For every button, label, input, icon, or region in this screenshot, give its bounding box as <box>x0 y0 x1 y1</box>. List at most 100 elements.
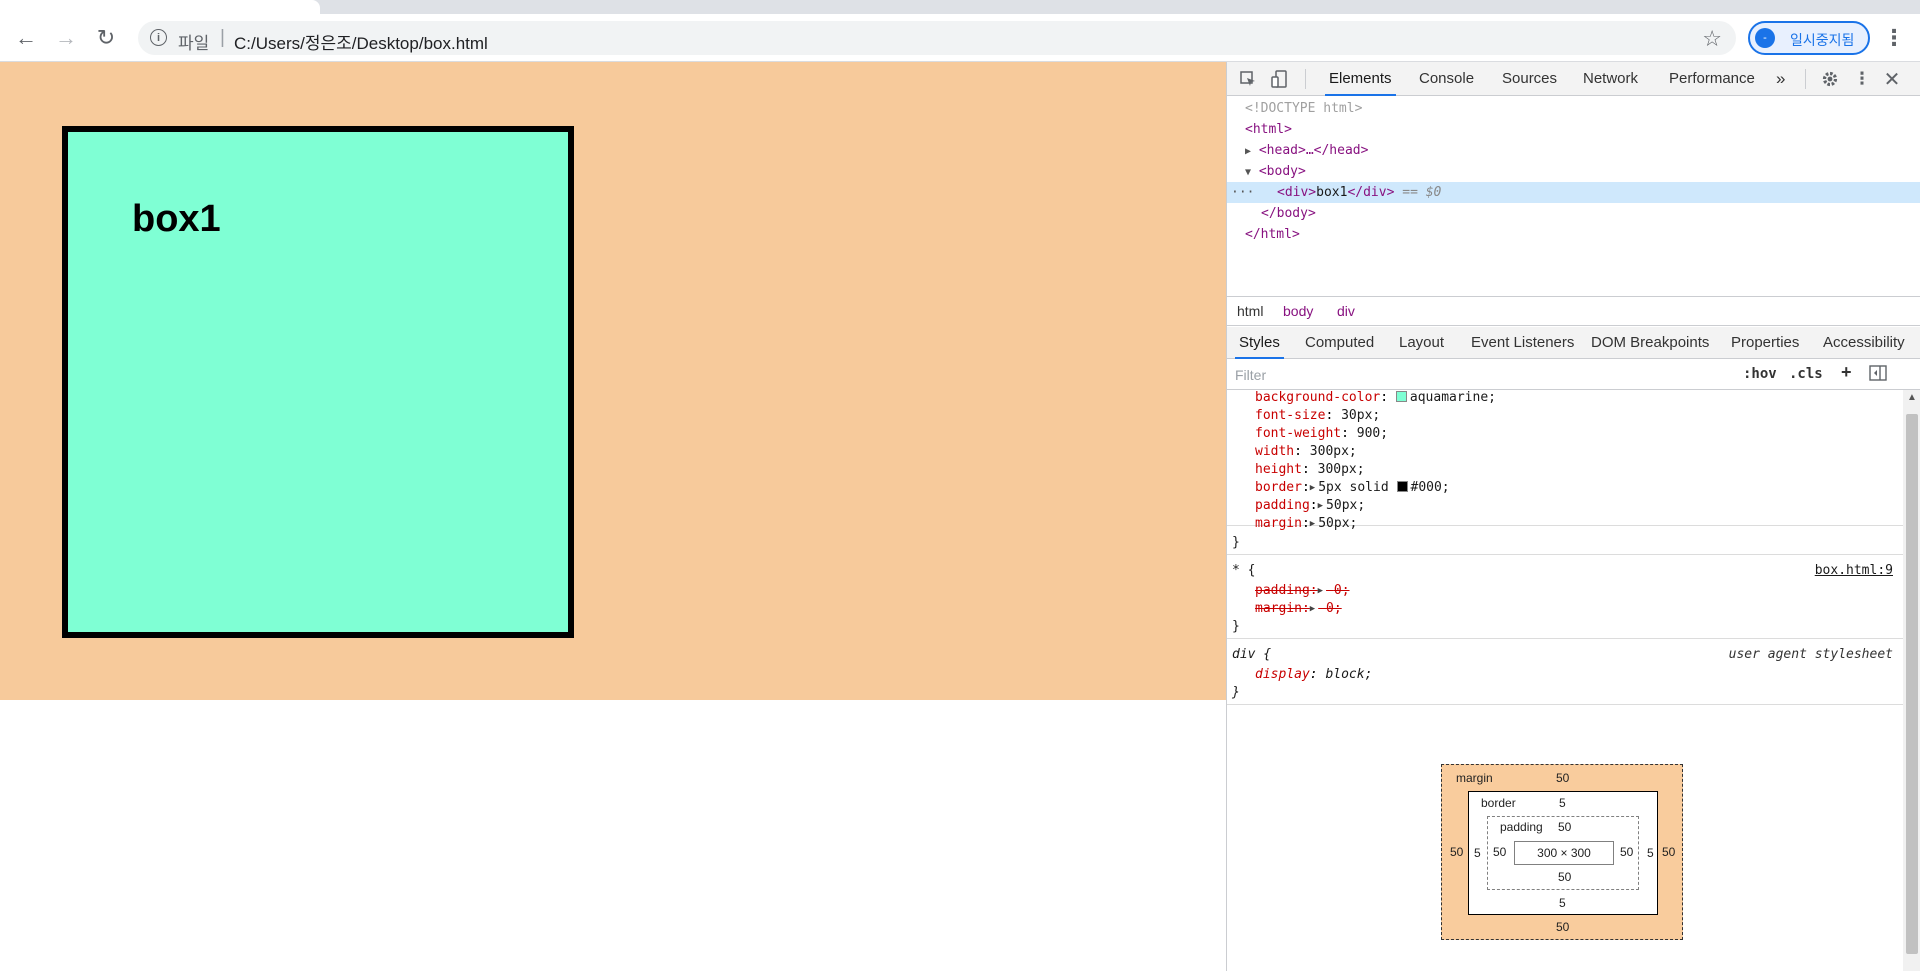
new-rule-plus-icon[interactable]: + <box>1841 362 1852 383</box>
tab-console[interactable]: Console <box>1415 62 1478 96</box>
style-declaration[interactable]: background-color: aquamarine; <box>1255 390 1496 407</box>
color-swatch-icon[interactable] <box>1395 391 1407 402</box>
margin-left-value[interactable]: 50 <box>1450 845 1463 859</box>
reload-icon: ↻ <box>96 25 116 50</box>
devtools-menu-icon[interactable]: ⋮ <box>1851 68 1873 90</box>
forward-button[interactable]: → <box>52 24 80 52</box>
more-tabs-icon[interactable]: » <box>1772 62 1789 96</box>
box-model-margin[interactable]: margin 50 50 50 50 border 5 5 5 5 paddin… <box>1441 764 1683 940</box>
back-button[interactable]: ← <box>12 24 40 52</box>
dom-html-close[interactable]: </html> <box>1245 224 1300 245</box>
style-declaration[interactable]: height: 300px; <box>1255 461 1365 479</box>
address-bar[interactable]: i 파일 | C:/Users/정은조/Desktop/box.html ☆ <box>138 21 1736 55</box>
node-actions-ellipsis[interactable]: ··· <box>1231 182 1254 203</box>
tab-sources[interactable]: Sources <box>1498 62 1561 96</box>
browser-menu-icon[interactable]: ⋮ <box>1880 24 1908 52</box>
style-declaration[interactable]: padding:▶ 50px; <box>1255 497 1365 515</box>
rule-source-user-agent: user agent stylesheet <box>1728 647 1893 662</box>
rule-source-link[interactable]: box.html:9 <box>1815 562 1893 580</box>
expand-arrow-icon[interactable]: ▶ <box>1245 146 1251 157</box>
border-right-value[interactable]: 5 <box>1647 846 1654 860</box>
browser-toolbar: ← → ↻ i 파일 | C:/Users/정은조/Desktop/box.ht… <box>0 14 1920 62</box>
padding-top-value[interactable]: 50 <box>1558 820 1571 834</box>
tab-elements[interactable]: Elements <box>1325 62 1396 96</box>
style-declaration-overridden[interactable]: margin:▶ 0; <box>1255 600 1342 618</box>
margin-bottom-value[interactable]: 50 <box>1556 920 1569 934</box>
rule-selector-universal[interactable]: * { <box>1232 562 1255 580</box>
styles-filter-input[interactable] <box>1235 364 1735 386</box>
breadcrumb-body[interactable]: body <box>1283 303 1313 319</box>
close-icon[interactable]: ✕ <box>1881 68 1903 91</box>
avatar: - <box>1755 28 1775 48</box>
margin-top-value[interactable]: 50 <box>1556 771 1569 785</box>
color-swatch-icon[interactable] <box>1396 481 1408 492</box>
style-declaration[interactable]: width: 300px; <box>1255 443 1357 461</box>
tab-properties[interactable]: Properties <box>1727 327 1803 359</box>
styles-scrollbar[interactable]: ▲ <box>1903 390 1920 971</box>
rule-selector-div[interactable]: div { <box>1232 646 1271 664</box>
device-toggle-icon[interactable] <box>1269 68 1291 90</box>
dom-doctype[interactable]: <!DOCTYPE html> <box>1245 98 1362 119</box>
page-body: box1 <box>0 62 1226 700</box>
style-declaration[interactable]: border:▶ 5px solid #000; <box>1255 479 1450 497</box>
border-bottom-value[interactable]: 5 <box>1559 896 1566 910</box>
margin-label: margin <box>1456 771 1493 785</box>
tab-styles[interactable]: Styles <box>1235 327 1284 359</box>
box-model-padding[interactable]: padding 50 50 50 50 300 × 300 <box>1487 816 1639 890</box>
tab-network[interactable]: Network <box>1579 62 1642 96</box>
breadcrumb-div[interactable]: div <box>1337 303 1355 319</box>
expand-arrow-icon: ▶ <box>1309 519 1316 529</box>
padding-bottom-value[interactable]: 50 <box>1558 870 1571 884</box>
devtools-toolbar: Elements Console Sources Network Perform… <box>1227 62 1920 96</box>
inspect-element-icon[interactable] <box>1237 68 1259 90</box>
style-rules-pane: background-color: aquamarine; font-size:… <box>1227 390 1903 780</box>
dom-div-node-selected[interactable]: ··· <div>box1</div> == $0 <box>1227 182 1920 203</box>
box-model-border[interactable]: border 5 5 5 5 padding 50 50 50 50 300 ×… <box>1468 791 1658 915</box>
computed-sidebar-toggle-icon[interactable] <box>1869 364 1887 385</box>
dom-body-node[interactable]: ▼ <body> <box>1245 161 1306 182</box>
tab-computed[interactable]: Computed <box>1301 327 1378 359</box>
border-top-value[interactable]: 5 <box>1559 796 1566 810</box>
breadcrumb-html[interactable]: html <box>1237 303 1263 319</box>
padding-left-value[interactable]: 50 <box>1493 845 1506 859</box>
box-model-content-size[interactable]: 300 × 300 <box>1514 841 1614 865</box>
scrollbar-thumb[interactable] <box>1906 414 1918 954</box>
rule-close-brace: } <box>1232 619 1240 634</box>
border-left-value[interactable]: 5 <box>1474 846 1481 860</box>
style-declaration[interactable]: margin:▶ 50px; <box>1255 515 1357 533</box>
style-declaration[interactable]: font-size: 30px; <box>1255 407 1380 425</box>
hover-state-toggle[interactable]: :hov <box>1743 366 1777 382</box>
style-declaration-overridden[interactable]: padding:▶ 0; <box>1255 582 1350 600</box>
tab-performance[interactable]: Performance <box>1665 62 1759 96</box>
style-declaration[interactable]: display: block; <box>1255 666 1372 684</box>
expand-arrow-icon: ▶ <box>1309 483 1316 493</box>
style-declaration[interactable]: font-weight: 900; <box>1255 425 1388 443</box>
box-model-diagram: margin 50 50 50 50 border 5 5 5 5 paddin… <box>1441 764 1683 940</box>
scheme-label: 파일 <box>178 34 210 53</box>
active-tab[interactable] <box>0 0 320 14</box>
info-icon[interactable]: i <box>150 29 167 46</box>
tab-layout[interactable]: Layout <box>1395 327 1448 359</box>
margin-right-value[interactable]: 50 <box>1662 845 1675 859</box>
rule-divider <box>1227 704 1903 705</box>
profile-button[interactable]: - 일시중지됨 <box>1748 21 1870 55</box>
dom-html-node[interactable]: <html> <box>1245 119 1292 140</box>
tab-event-listeners[interactable]: Event Listeners <box>1467 327 1578 359</box>
class-toggle[interactable]: .cls <box>1789 366 1823 382</box>
collapse-arrow-icon[interactable]: ▼ <box>1245 167 1251 178</box>
rule-close-brace: } <box>1232 685 1240 700</box>
tab-dom-breakpoints[interactable]: DOM Breakpoints <box>1587 327 1713 359</box>
settings-gear-icon[interactable] <box>1819 68 1841 90</box>
dom-head-node[interactable]: ▶ <head>…</head> <box>1245 140 1368 161</box>
reload-button[interactable]: ↻ <box>92 24 120 52</box>
dom-body-close[interactable]: </body> <box>1261 203 1316 224</box>
url-text[interactable]: C:/Users/정은조/Desktop/box.html <box>234 29 488 54</box>
tab-accessibility[interactable]: Accessibility <box>1819 327 1909 359</box>
scroll-up-arrow-icon[interactable]: ▲ <box>1907 392 1917 403</box>
toolbar-divider <box>1805 69 1806 89</box>
padding-right-value[interactable]: 50 <box>1620 845 1633 859</box>
box1-div: box1 <box>62 126 574 638</box>
rule-divider <box>1227 554 1903 555</box>
bookmark-star-icon[interactable]: ☆ <box>1702 26 1722 52</box>
expand-arrow-icon: ▶ <box>1317 501 1324 511</box>
